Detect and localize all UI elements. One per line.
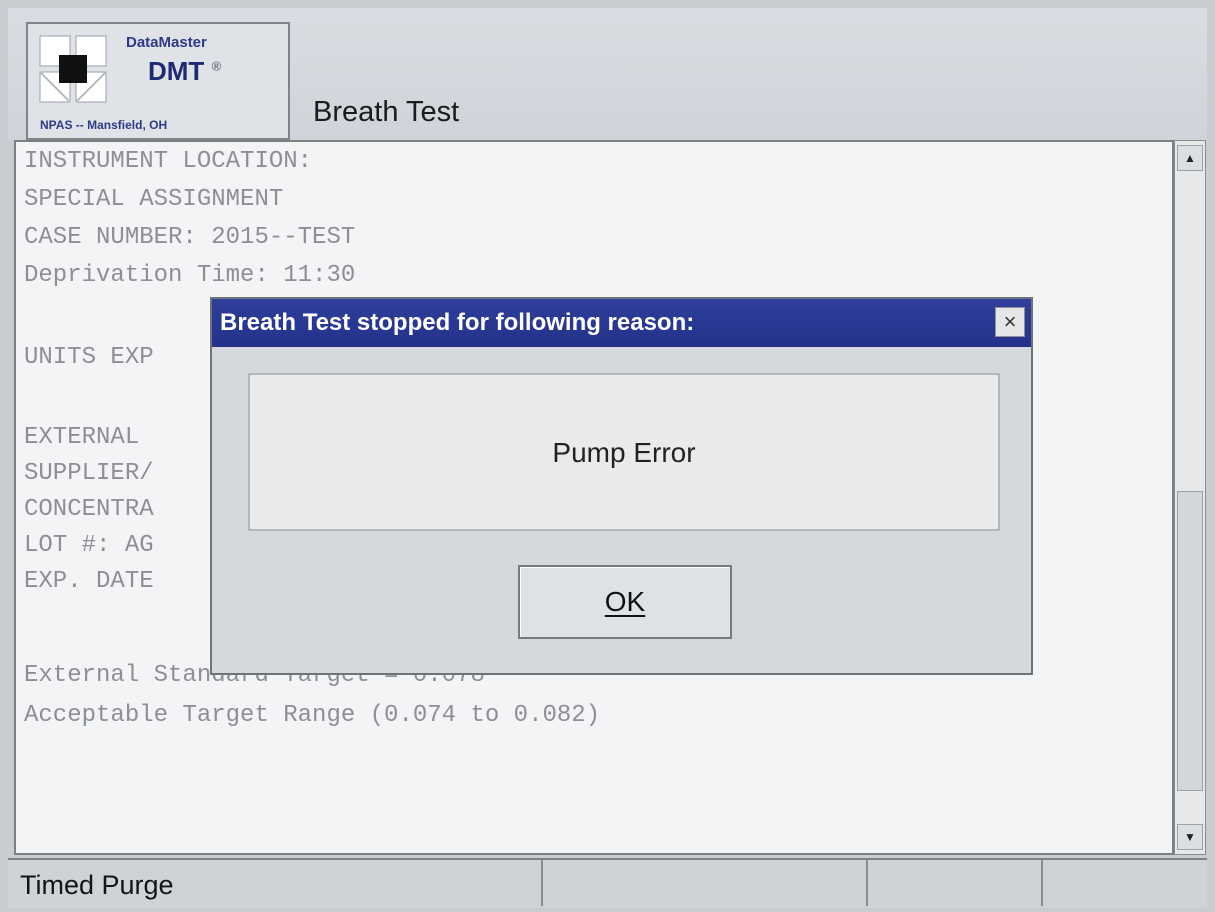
logo-model-text: DMT [148, 56, 205, 86]
scroll-thumb[interactable] [1177, 491, 1203, 791]
logo-brand-name: DataMaster [126, 34, 207, 51]
error-message: Pump Error [552, 437, 696, 468]
status-cell [868, 860, 1043, 906]
status-mode-text: Timed Purge [20, 870, 174, 900]
error-dialog: Breath Test stopped for following reason… [210, 297, 1033, 675]
chevron-down-icon: ▼ [1184, 830, 1196, 844]
content-line: CASE NUMBER: 2015--TEST [24, 224, 356, 251]
vertical-scrollbar[interactable]: ▲ ▼ [1174, 140, 1206, 855]
content-line: SPECIAL ASSIGNMENT [24, 186, 284, 213]
content-line: Deprivation Time: 11:30 [24, 262, 356, 289]
app-header: DataMaster DMT ® NPAS -- Mansfield, OH B… [8, 8, 1207, 140]
status-bar: Timed Purge [8, 858, 1207, 908]
chevron-up-icon: ▲ [1184, 151, 1196, 165]
logo-mark-icon [39, 35, 107, 103]
content-line: LOT #: AG [24, 532, 154, 559]
scroll-up-button[interactable]: ▲ [1177, 145, 1203, 171]
scroll-down-button[interactable]: ▼ [1177, 824, 1203, 850]
dialog-title-bar[interactable]: Breath Test stopped for following reason… [212, 299, 1031, 347]
datamaster-logo: DataMaster DMT ® NPAS -- Mansfield, OH [26, 22, 290, 140]
close-icon: × [1003, 309, 1017, 334]
content-line: CONCENTRA [24, 496, 154, 523]
dialog-close-button[interactable]: × [995, 307, 1025, 337]
logo-model: DMT ® [148, 56, 221, 87]
status-cell-mode: Timed Purge [8, 860, 543, 906]
content-line: SUPPLIER/ [24, 460, 154, 487]
message-box: Pump Error [248, 373, 1000, 531]
status-cell [543, 860, 868, 906]
ok-button[interactable]: OK [518, 565, 732, 639]
content-line: UNITS EXP [24, 344, 154, 371]
registered-mark: ® [211, 58, 222, 74]
status-cell [1043, 860, 1207, 906]
logo-location: NPAS -- Mansfield, OH [40, 118, 168, 132]
content-line: INSTRUMENT LOCATION: [24, 148, 313, 175]
content-line: Acceptable Target Range (0.074 to 0.082) [24, 702, 601, 729]
ok-button-label: OK [604, 586, 646, 617]
screen-title: Breath Test [313, 96, 460, 128]
content-line: EXTERNAL [24, 424, 140, 451]
dialog-title: Breath Test stopped for following reason… [220, 309, 695, 336]
content-line: EXP. DATE [24, 568, 154, 595]
